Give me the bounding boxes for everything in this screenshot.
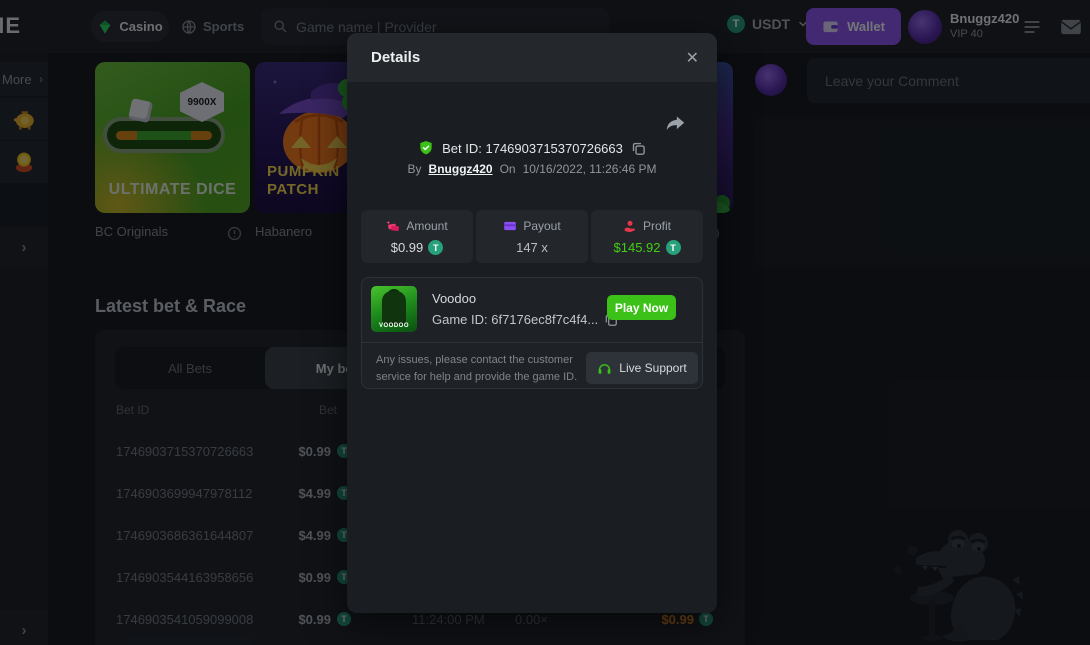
profit-hand-coin-icon xyxy=(623,219,637,233)
game-id-row: Game ID: 6f7176ec8f7c4f4... xyxy=(432,312,618,327)
verified-shield-icon xyxy=(418,140,434,156)
author-link[interactable]: Bnuggz420 xyxy=(429,162,493,176)
bet-details-modal: Details ✕ Bet ID: 1746903715370726663 By… xyxy=(347,33,717,613)
stat-value: 147 x xyxy=(516,240,548,255)
game-thumbnail-label: VOODOO xyxy=(371,323,417,329)
live-support-button[interactable]: Live Support xyxy=(586,352,698,384)
stat-card-payout: Payout 147 x xyxy=(476,210,588,263)
stat-label: Profit xyxy=(643,219,671,233)
game-name: Voodoo xyxy=(432,291,476,306)
game-thumbnail[interactable]: VOODOO xyxy=(371,286,417,332)
tether-icon: T xyxy=(666,240,681,255)
game-id-text: Game ID: 6f7176ec8f7c4f4... xyxy=(432,312,598,327)
on-label: On xyxy=(500,162,516,176)
tether-icon: T xyxy=(428,240,443,255)
stat-value: $145.92 xyxy=(614,240,661,255)
payout-card-icon xyxy=(503,219,517,233)
stat-label: Payout xyxy=(523,219,560,233)
live-support-label: Live Support xyxy=(619,361,686,375)
bet-id-row: Bet ID: 1746903715370726663 xyxy=(347,140,717,156)
divider xyxy=(362,342,702,343)
stat-card-amount: Amount $0.99 T xyxy=(361,210,473,263)
by-label: By xyxy=(408,162,422,176)
amount-cash-icon xyxy=(386,219,400,233)
close-icon[interactable]: ✕ xyxy=(686,48,699,68)
bet-id-text: Bet ID: 1746903715370726663 xyxy=(442,141,623,156)
bet-datetime: 10/16/2022, 11:26:46 PM xyxy=(523,162,657,176)
share-icon[interactable] xyxy=(665,113,686,134)
stat-cards: Amount $0.99 T Payout 147 x xyxy=(361,210,703,263)
play-now-button[interactable]: Play Now xyxy=(607,295,676,320)
bet-meta-row: By Bnuggz420 On 10/16/2022, 11:26:46 PM xyxy=(347,162,717,176)
stat-label: Amount xyxy=(406,219,447,233)
support-text: Any issues, please contact the customer … xyxy=(376,352,577,386)
headphones-icon xyxy=(597,361,612,376)
modal-title: Details xyxy=(371,49,420,66)
modal-header: Details ✕ xyxy=(347,33,717,82)
copy-icon[interactable] xyxy=(631,141,646,156)
page: ME Casino Sports T USDT xyxy=(0,0,1090,645)
stat-value: $0.99 xyxy=(391,240,424,255)
game-info-card: VOODOO Voodoo Game ID: 6f7176ec8f7c4f4..… xyxy=(361,277,703,389)
stat-card-profit: Profit $145.92 T xyxy=(591,210,703,263)
